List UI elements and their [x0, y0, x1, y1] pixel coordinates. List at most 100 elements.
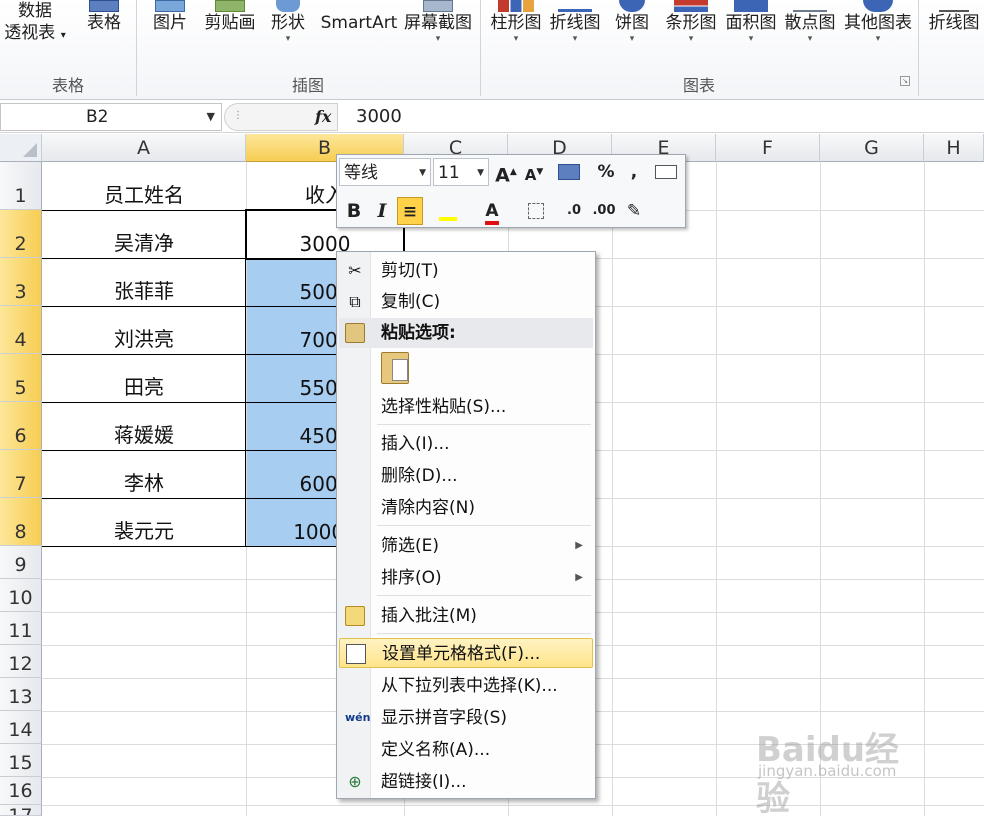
accounting-format-icon	[558, 164, 580, 180]
menu-item-pick-from-list[interactable]: 从下拉列表中选择(K)...	[339, 671, 593, 701]
accounting-format-button[interactable]	[551, 158, 587, 186]
cell-a8[interactable]: 裴元元	[42, 498, 246, 546]
chevron-down-icon: ▾	[285, 34, 291, 44]
row-header[interactable]: 4	[0, 306, 42, 354]
column-header-a[interactable]: A	[42, 134, 246, 162]
row-header[interactable]: 13	[0, 678, 42, 711]
ribbon: 数据 透视表 ▾ 表格 表格 图片 剪贴画 形状 ▾ SmartArt 屏幕截图…	[0, 0, 984, 100]
row-header[interactable]: 2	[0, 210, 42, 258]
column-chart-button[interactable]: 柱形图 ▾	[486, 0, 546, 68]
menu-item-sort[interactable]: 排序(O) ▶	[339, 563, 593, 593]
paste-option-button[interactable]	[381, 352, 409, 384]
row-header[interactable]: 17	[0, 805, 42, 816]
format-painter-icon[interactable]: ✎	[621, 197, 647, 225]
name-box[interactable]: B2 ▼	[0, 103, 222, 131]
row-header[interactable]: 1	[0, 162, 42, 210]
chevron-down-icon: ▼	[419, 168, 426, 178]
line-chart-icon	[558, 0, 592, 12]
chevron-down-icon[interactable]: ▼	[207, 104, 215, 130]
scatter-chart-icon	[793, 0, 827, 12]
chevron-down-icon: ▾	[435, 34, 441, 44]
row-header[interactable]: 15	[0, 744, 42, 777]
menu-item-filter[interactable]: 筛选(E) ▶	[339, 531, 593, 561]
resize-handle-icon[interactable]: ⋮	[233, 110, 245, 124]
decrease-decimal-button[interactable]: .00	[591, 197, 617, 225]
cell-a7[interactable]: 李林	[42, 450, 246, 498]
other-charts-icon	[863, 0, 893, 12]
row-header[interactable]: 7	[0, 450, 42, 498]
borders-button[interactable]	[521, 197, 551, 225]
center-align-button[interactable]: ≡	[397, 197, 423, 225]
picture-button[interactable]: 图片	[146, 0, 194, 68]
line-chart-button[interactable]: 折线图 ▾	[546, 0, 604, 68]
column-header-g[interactable]: G	[820, 134, 924, 162]
font-name-select[interactable]: 等线 ▼	[339, 158, 431, 186]
row-header[interactable]: 6	[0, 402, 42, 450]
table-button[interactable]: 表格	[80, 0, 128, 68]
screenshot-button[interactable]: 屏幕截图 ▾	[400, 0, 476, 68]
bar-chart-label: 条形图	[665, 13, 717, 33]
menu-item-cut[interactable]: ✂ 剪切(T)	[339, 256, 593, 286]
fill-color-button[interactable]	[431, 197, 465, 225]
scatter-chart-button[interactable]: 散点图 ▾	[780, 0, 840, 68]
menu-item-hyperlink[interactable]: ⊕ 超链接(I)...	[339, 767, 593, 797]
menu-item-paste-special[interactable]: 选择性粘贴(S)...	[339, 392, 593, 422]
menu-item-insert[interactable]: 插入(I)...	[339, 429, 593, 459]
menu-item-define-name[interactable]: 定义名称(A)...	[339, 735, 593, 765]
increase-decimal-button[interactable]: .0	[561, 197, 587, 225]
menu-item-show-pinyin[interactable]: wén 显示拼音字段(S)	[339, 703, 593, 733]
row-header[interactable]: 16	[0, 777, 42, 805]
cell-a2[interactable]: 吴清净	[42, 210, 246, 258]
cell-a5[interactable]: 田亮	[42, 354, 246, 402]
menu-separator	[377, 633, 591, 634]
area-chart-icon	[734, 0, 768, 12]
bar-chart-button[interactable]: 条形图 ▾	[662, 0, 720, 68]
cell-a3[interactable]: 张菲菲	[42, 258, 246, 306]
other-charts-button[interactable]: 其他图表 ▾	[840, 0, 916, 68]
italic-button[interactable]: I	[369, 197, 395, 225]
shrink-font-button[interactable]: A▼	[521, 158, 547, 186]
row-header[interactable]: 14	[0, 711, 42, 744]
select-all-button[interactable]	[0, 134, 42, 162]
pivot-table-button[interactable]: 数据 透视表 ▾	[4, 0, 66, 68]
pivot-table-label: 数据	[18, 1, 52, 21]
baidu-watermark: Baidu经验 jingyan.baidu.com	[756, 730, 900, 816]
column-header-f[interactable]: F	[716, 134, 820, 162]
row-header[interactable]: 5	[0, 354, 42, 402]
row-header[interactable]: 9	[0, 546, 42, 579]
clip-art-button[interactable]: 剪贴画	[200, 0, 260, 68]
cell-a6[interactable]: 蒋媛媛	[42, 402, 246, 450]
row-header[interactable]: 10	[0, 579, 42, 612]
pie-chart-button[interactable]: 饼图 ▾	[610, 0, 654, 68]
sparkline-line-button[interactable]: 折线图	[924, 0, 984, 68]
cell-a1[interactable]: 员工姓名	[42, 162, 246, 210]
column-chart-icon	[498, 0, 534, 12]
menu-item-delete[interactable]: 删除(D)...	[339, 461, 593, 491]
area-chart-button[interactable]: 面积图 ▾	[722, 0, 780, 68]
font-color-button[interactable]: A	[477, 197, 507, 225]
formula-input[interactable]: 3000	[356, 105, 402, 129]
smartart-button[interactable]: SmartArt	[318, 0, 400, 68]
font-size-select[interactable]: 11 ▼	[433, 158, 489, 186]
percent-style-button[interactable]: %	[593, 158, 619, 186]
menu-item-format-cells[interactable]: 设置单元格格式(F)...	[339, 638, 593, 668]
column-header-h[interactable]: H	[924, 134, 984, 162]
sparkline-icon	[939, 0, 969, 12]
shapes-button[interactable]: 形状 ▾	[266, 0, 310, 68]
group-label-illustrations: 插图	[291, 76, 324, 95]
row-header[interactable]: 3	[0, 258, 42, 306]
menu-item-insert-comment[interactable]: 插入批注(M)	[339, 601, 593, 631]
insert-function-button[interactable]: fx	[315, 104, 331, 130]
format-painter-grid-icon[interactable]	[653, 158, 679, 186]
row-header[interactable]: 12	[0, 645, 42, 678]
row-header[interactable]: 11	[0, 612, 42, 645]
menu-item-clear-contents[interactable]: 清除内容(N)	[339, 493, 593, 523]
bold-button[interactable]: B	[341, 197, 367, 225]
comma-style-button[interactable]: ,	[621, 158, 647, 186]
formula-bar-controls: ⋮ fx	[224, 103, 338, 131]
menu-item-copy[interactable]: ⧉ 复制(C)	[339, 287, 593, 317]
grow-font-button[interactable]: A▲	[493, 158, 519, 186]
chevron-down-icon: ▾	[572, 34, 578, 44]
row-header[interactable]: 8	[0, 498, 42, 546]
cell-a4[interactable]: 刘洪亮	[42, 306, 246, 354]
